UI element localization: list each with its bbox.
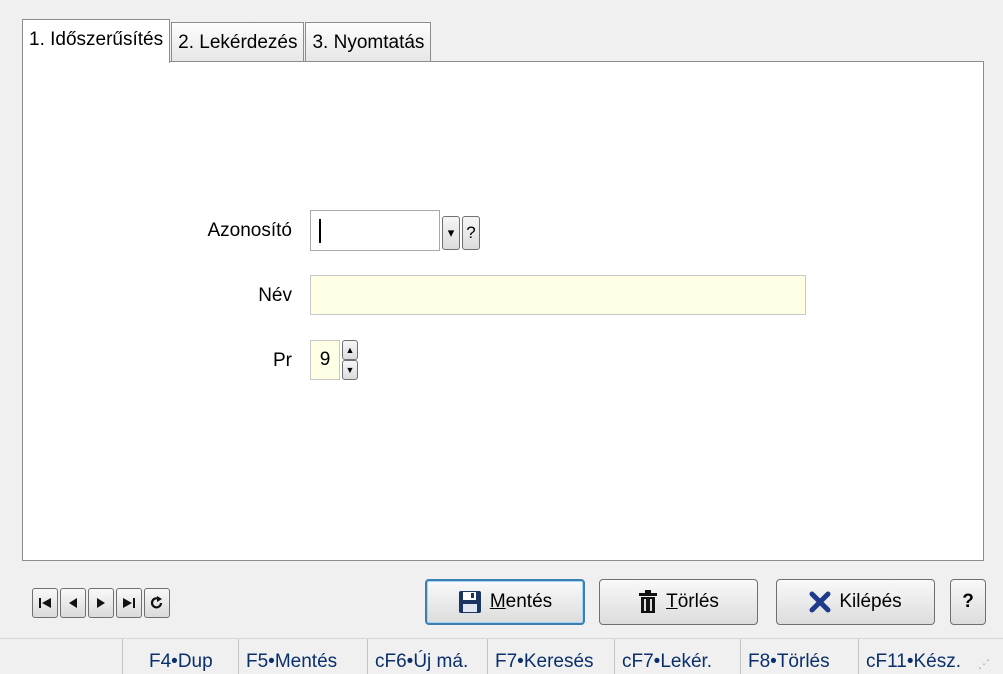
pr-label: Pr: [250, 350, 292, 372]
nev-label: Név: [258, 285, 292, 306]
status-f5-mentes[interactable]: F5•Mentés: [238, 639, 367, 674]
pr-label-text: Pr: [273, 350, 292, 371]
status-cf7-leker[interactable]: cF7•Lekér.: [614, 639, 740, 674]
tab-idoszerusites[interactable]: 1. Időszerűsítés: [22, 19, 171, 63]
help-button[interactable]: ?: [950, 579, 986, 625]
exit-button[interactable]: Kilépés: [776, 579, 935, 625]
last-record-button[interactable]: [116, 588, 142, 618]
azonosito-dropdown-button[interactable]: ▾: [442, 216, 460, 250]
refresh-icon: [150, 596, 163, 609]
last-record-icon: [123, 598, 135, 608]
save-button[interactable]: Mentés: [425, 579, 585, 625]
status-f8-torles[interactable]: F8•Törlés: [740, 639, 858, 674]
first-record-icon: [39, 598, 51, 608]
status-f4-dup[interactable]: F4•Dup: [122, 639, 238, 674]
status-spacer: [0, 639, 122, 674]
text-cursor: [319, 219, 321, 243]
azonosito-label: Azonosító: [207, 220, 293, 241]
next-record-icon: [97, 598, 105, 608]
help-icon: ?: [466, 223, 476, 242]
delete-button[interactable]: Törlés: [599, 579, 758, 625]
close-x-icon: [809, 591, 831, 613]
azonosito-help-button[interactable]: ?: [462, 216, 480, 250]
spin-down-button[interactable]: ▼: [342, 360, 358, 380]
first-record-button[interactable]: [32, 588, 58, 618]
tab-strip: 1. Időszerűsítés 2. Lekérdezés 3. Nyomta…: [22, 18, 432, 63]
status-cf6-uj[interactable]: cF6•Új má.: [367, 639, 487, 674]
tab-label: 3. Nyomtatás: [312, 31, 425, 53]
tab-label: 2. Lekérdezés: [178, 31, 298, 53]
status-cf11-kesz[interactable]: cF11•Kész.: [858, 639, 978, 674]
status-bar: F4•Dup F5•Mentés cF6•Új má. F7•Keresés c…: [0, 638, 1003, 674]
help-icon: ?: [962, 591, 974, 612]
exit-button-label: Kilépés: [839, 591, 902, 612]
resize-grip-icon[interactable]: ⋰: [978, 639, 1003, 674]
tab-lekerdezes[interactable]: 2. Lekérdezés: [171, 22, 305, 62]
next-record-button[interactable]: [88, 588, 114, 618]
pr-spinbox[interactable]: 9: [310, 340, 340, 380]
nev-input[interactable]: [310, 275, 806, 315]
azonosito-input[interactable]: [310, 210, 440, 251]
tab-nyomtatas[interactable]: 3. Nyomtatás: [305, 22, 432, 62]
chevron-down-icon: ▾: [447, 225, 455, 240]
delete-button-label: Törlés: [666, 591, 719, 612]
pr-spinner: ▲ ▼: [342, 340, 358, 380]
previous-record-icon: [69, 598, 77, 608]
save-button-label: Mentés: [489, 591, 553, 612]
refresh-button[interactable]: [144, 588, 170, 618]
pr-value: 9: [319, 349, 331, 370]
spin-up-button[interactable]: ▲: [342, 340, 358, 360]
trash-icon: [639, 590, 658, 613]
previous-record-button[interactable]: [60, 588, 86, 618]
status-f7-kereses[interactable]: F7•Keresés: [487, 639, 614, 674]
floppy-disk-icon: [458, 591, 481, 613]
tab-label: 1. Időszerűsítés: [29, 28, 164, 50]
